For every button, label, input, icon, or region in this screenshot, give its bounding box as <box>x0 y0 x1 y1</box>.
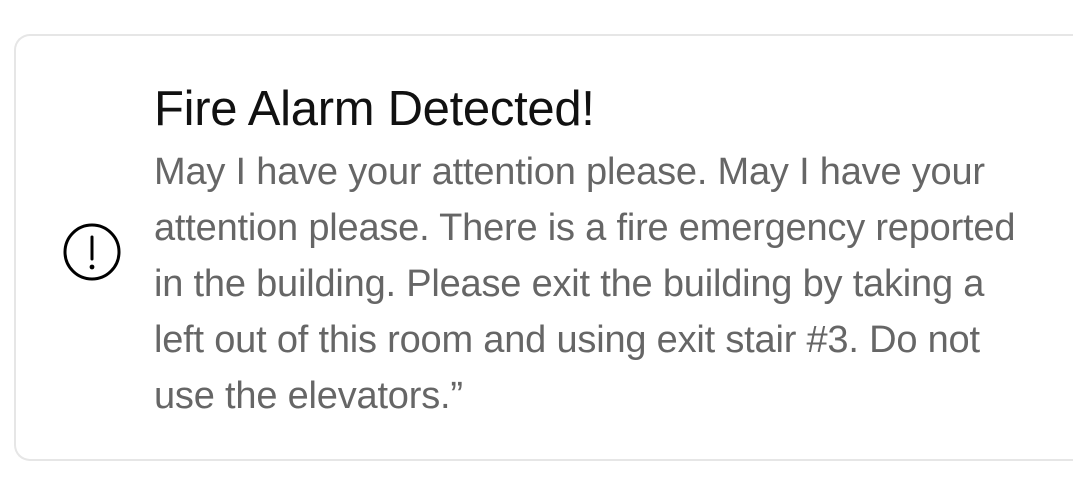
alert-title: Fire Alarm Detected! <box>154 82 595 136</box>
exclamation-circle-icon <box>62 222 122 282</box>
alert-message: May I have your attention please. May I … <box>154 151 1016 417</box>
alert-content: Fire Alarm Detected! May I have your att… <box>154 80 1034 424</box>
alert-card: Fire Alarm Detected! May I have your att… <box>14 34 1073 461</box>
